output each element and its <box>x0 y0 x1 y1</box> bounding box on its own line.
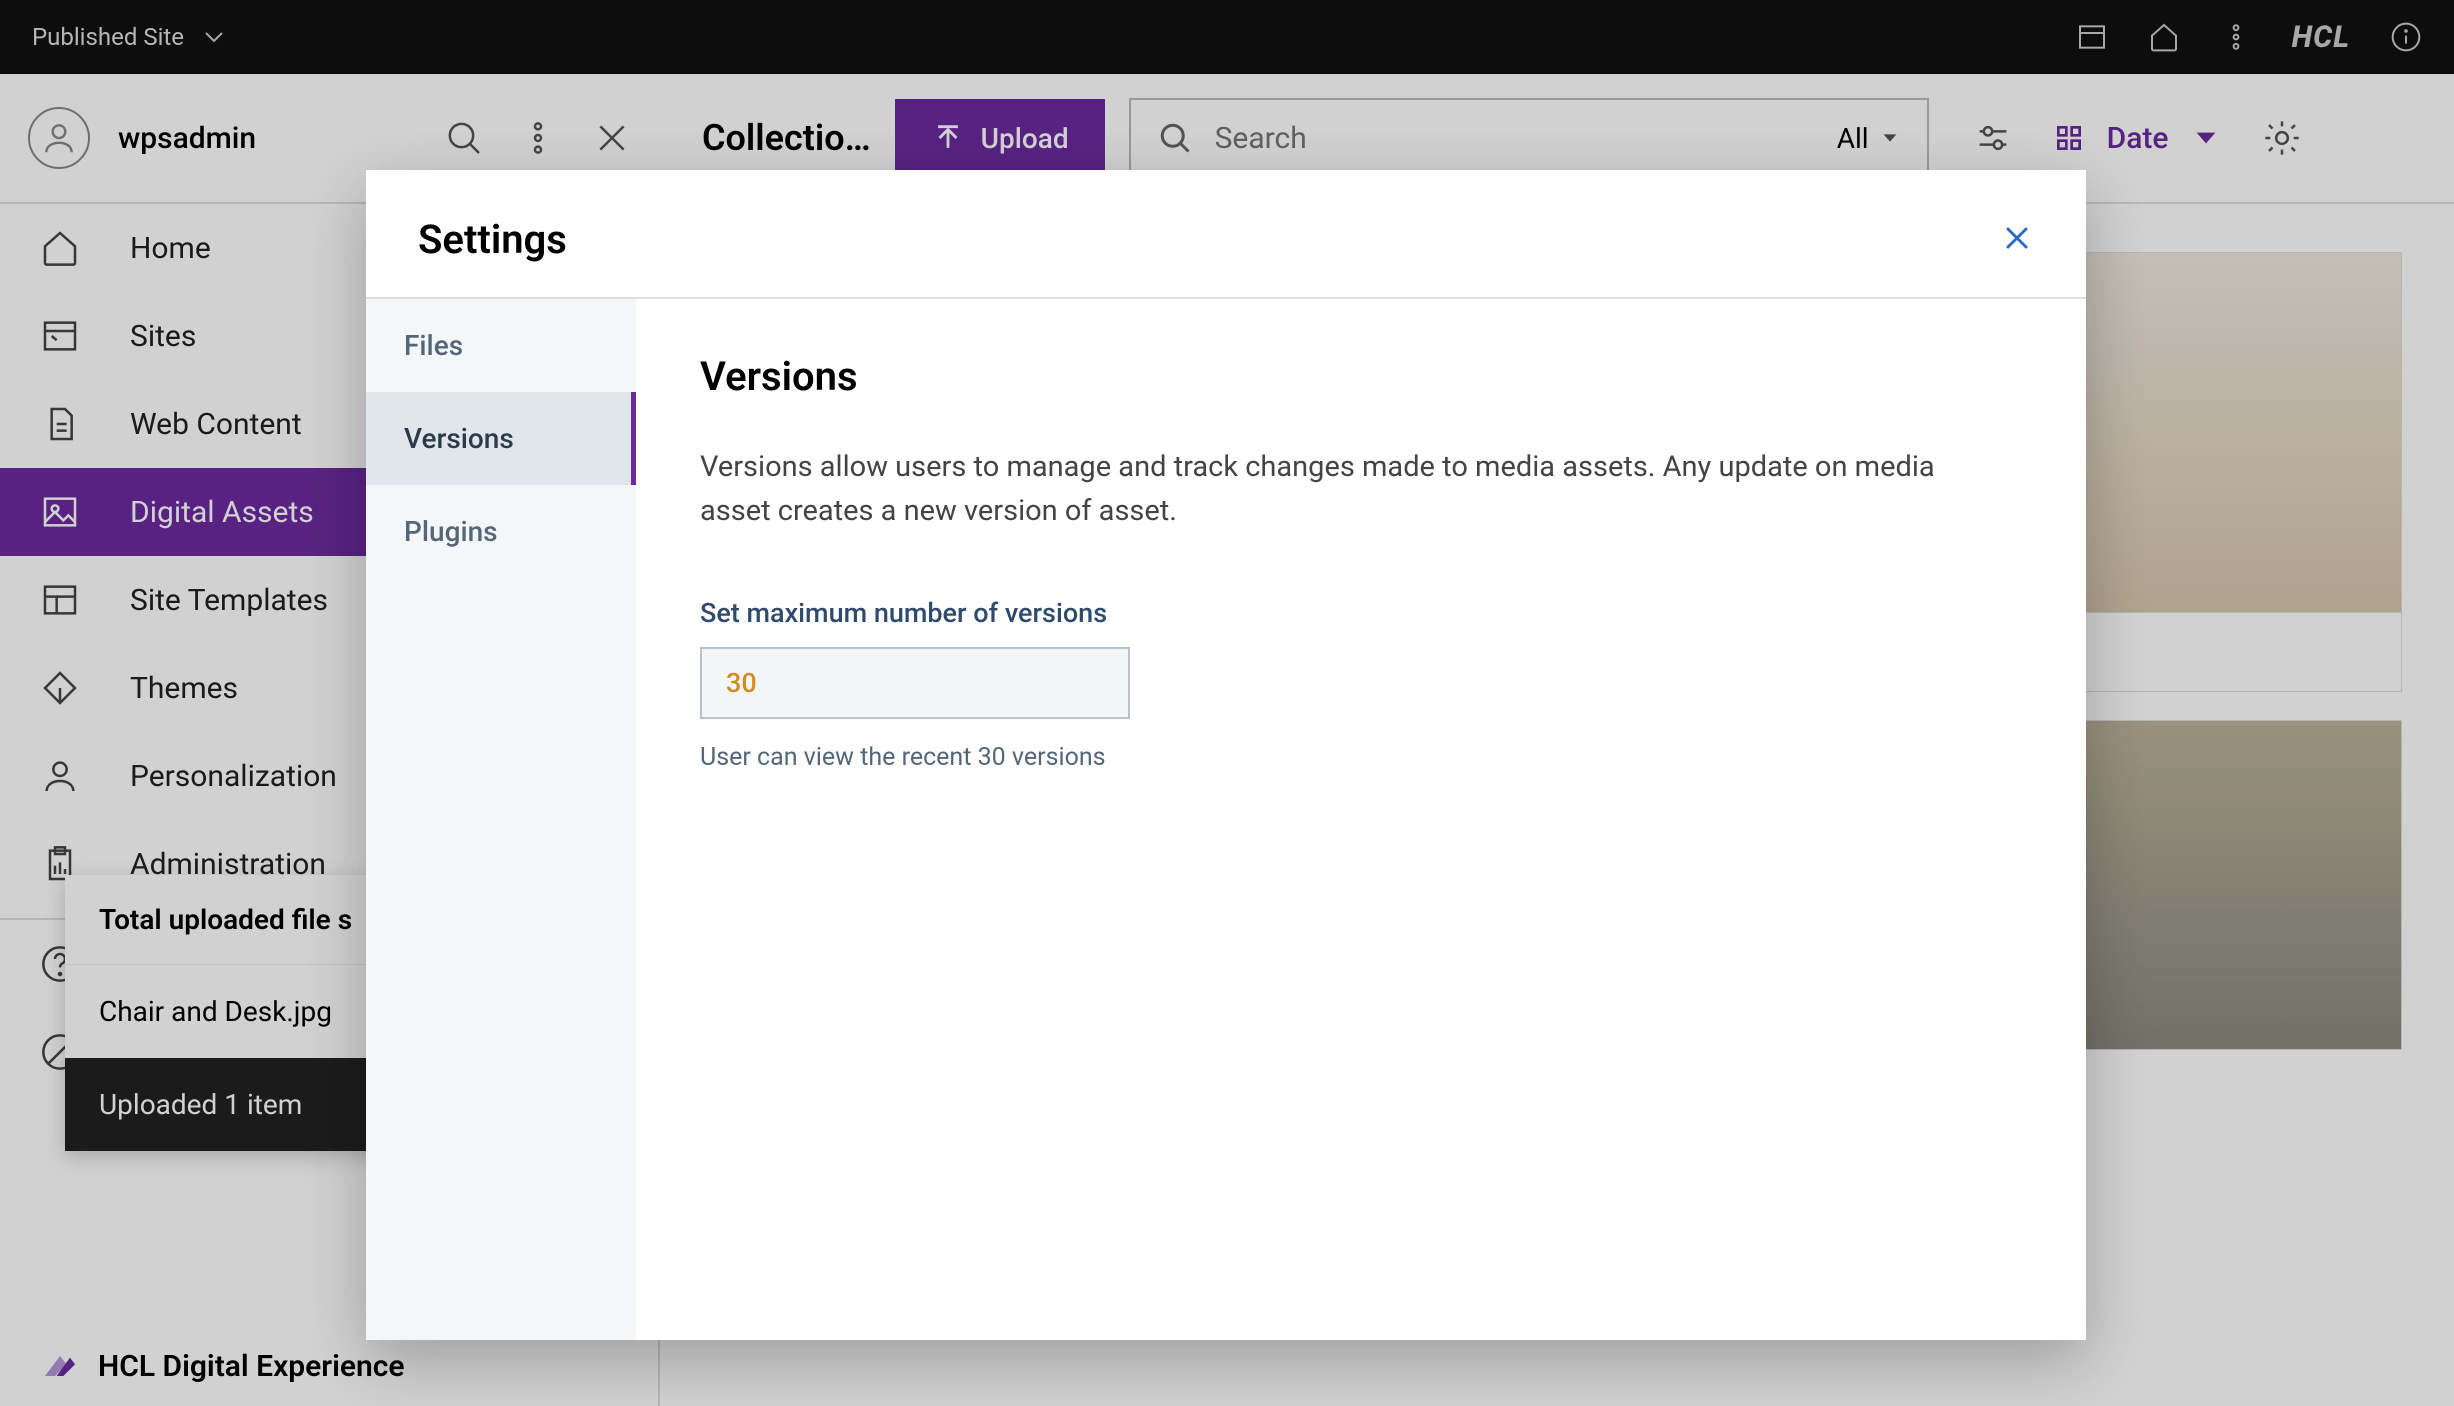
settings-tabs: Files Versions Plugins <box>366 299 636 1340</box>
versions-panel: Versions Versions allow users to manage … <box>636 299 2086 1340</box>
max-versions-input[interactable] <box>700 647 1130 719</box>
tab-versions[interactable]: Versions <box>366 392 636 485</box>
tab-plugins[interactable]: Plugins <box>366 485 636 578</box>
close-button[interactable] <box>2000 221 2034 259</box>
max-versions-help: User can view the recent 30 versions <box>700 743 2022 772</box>
close-icon <box>2000 221 2034 255</box>
panel-description: Versions allow users to manage and track… <box>700 446 2000 533</box>
panel-heading: Versions <box>700 353 2022 400</box>
max-versions-label: Set maximum number of versions <box>700 597 2022 629</box>
tab-files[interactable]: Files <box>366 299 636 392</box>
settings-modal: Settings Files Versions Plugins Versions… <box>366 170 2086 1340</box>
modal-title: Settings <box>418 216 567 263</box>
